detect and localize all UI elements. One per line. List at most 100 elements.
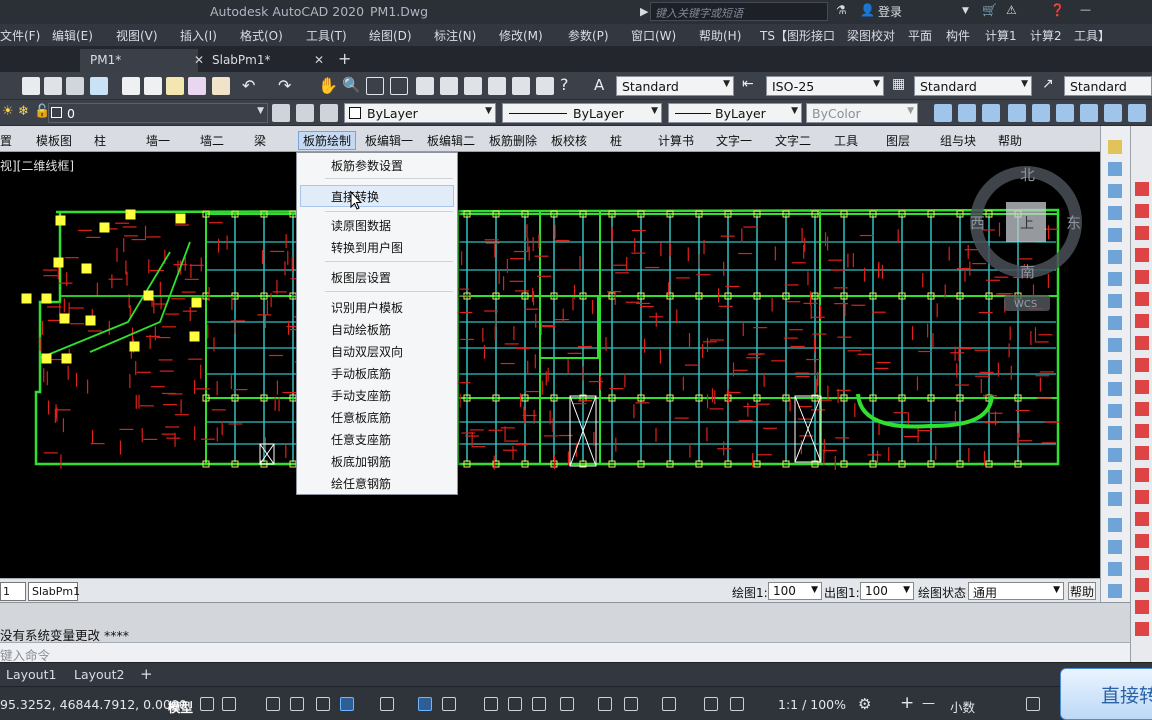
fields-icon[interactable] bbox=[1080, 104, 1098, 122]
join-icon[interactable] bbox=[1108, 404, 1122, 418]
point-icon[interactable] bbox=[1135, 402, 1149, 416]
ts-menu-text2[interactable]: 文字二 bbox=[775, 132, 811, 149]
out-scale-select[interactable]: 100 ▼ bbox=[860, 582, 914, 600]
dynamic-input-icon[interactable] bbox=[290, 697, 304, 711]
paste-icon[interactable] bbox=[166, 77, 184, 95]
menu-ts[interactable]: TS【图形接口 bbox=[760, 27, 835, 44]
block-editor-icon[interactable] bbox=[212, 77, 230, 95]
menu-modify[interactable]: 修改(M) bbox=[499, 27, 543, 44]
model-space-button[interactable]: 模型 bbox=[168, 697, 193, 716]
isolate-icon[interactable]: — bbox=[922, 696, 935, 711]
units-readout[interactable]: 小数 bbox=[950, 697, 975, 716]
menu-plane[interactable]: 平面 bbox=[908, 27, 932, 44]
stretch-icon[interactable] bbox=[1108, 316, 1122, 330]
object-snap-icon[interactable] bbox=[442, 697, 456, 711]
3d-osnap-icon[interactable] bbox=[560, 697, 574, 711]
zoom-window-icon[interactable] bbox=[366, 77, 384, 95]
undo-icon[interactable]: ↶ bbox=[242, 76, 255, 95]
menu-item-slab-params[interactable]: 板筋参数设置 bbox=[331, 157, 403, 174]
cart-icon[interactable]: 🛒 bbox=[982, 3, 997, 17]
viewcube[interactable]: 上 北 南 东 西 WCS bbox=[966, 160, 1088, 320]
menu-file[interactable]: 文件(F) bbox=[0, 27, 40, 44]
menu-tools[interactable]: 工具(T) bbox=[306, 27, 347, 44]
menu-item-identify-template[interactable]: 识别用户模板 bbox=[331, 299, 403, 316]
help-icon[interactable] bbox=[1104, 104, 1122, 122]
tab-layout2[interactable]: Layout2 bbox=[74, 667, 124, 682]
menu-item-any-bottom[interactable]: 任意板底筋 bbox=[331, 409, 391, 426]
isodraft-icon[interactable] bbox=[380, 697, 394, 711]
menu-view[interactable]: 视图(V) bbox=[116, 27, 158, 44]
drawing-canvas[interactable] bbox=[0, 152, 1100, 578]
add-selected-icon[interactable] bbox=[1135, 534, 1149, 548]
draw-state-select[interactable]: 通用 ▼ bbox=[968, 582, 1064, 600]
add-layout-icon[interactable]: + bbox=[140, 665, 153, 683]
3d-print-icon[interactable] bbox=[90, 77, 108, 95]
table-draw-icon[interactable] bbox=[1135, 490, 1149, 504]
draw-scale-select[interactable]: 100 ▼ bbox=[768, 582, 822, 600]
polygon-icon[interactable] bbox=[1135, 314, 1149, 328]
center-mark-icon[interactable] bbox=[1135, 622, 1149, 636]
selection-cycling-icon[interactable] bbox=[532, 697, 546, 711]
object-snap-tracking-icon[interactable] bbox=[418, 697, 432, 711]
grid-icon[interactable] bbox=[1032, 104, 1050, 122]
layer-previous-icon[interactable] bbox=[320, 104, 338, 122]
lineweight-select[interactable]: ByLayer ▼ bbox=[668, 103, 802, 123]
publish-icon[interactable] bbox=[66, 77, 84, 95]
compass-west[interactable]: 西 bbox=[970, 214, 985, 232]
chevron-down-icon[interactable]: ▼ bbox=[962, 6, 969, 16]
sheet-set-icon[interactable] bbox=[488, 77, 506, 95]
move-icon[interactable] bbox=[1108, 250, 1122, 264]
layer-select[interactable]: 0 ▼ bbox=[48, 103, 268, 123]
circle-icon[interactable] bbox=[1135, 204, 1149, 218]
menu-item-auto-draw[interactable]: 自动绘板筋 bbox=[331, 321, 391, 338]
ts-menu-beam[interactable]: 梁 bbox=[254, 132, 266, 149]
ts-menu-template[interactable]: 模板图 bbox=[36, 132, 72, 149]
compass-south[interactable]: 南 bbox=[1020, 263, 1035, 281]
plotstyle-select[interactable]: ByColor ▼ bbox=[806, 103, 918, 123]
help-icon[interactable]: ? bbox=[560, 75, 569, 94]
menu-window[interactable]: 窗口(W) bbox=[631, 27, 676, 44]
tab-pm1[interactable]: PM1* ✕ bbox=[80, 49, 204, 72]
lineweight-icon[interactable] bbox=[484, 697, 498, 711]
chamfer-icon[interactable] bbox=[1108, 426, 1122, 440]
menu-item-layer-settings[interactable]: 板图层设置 bbox=[331, 269, 391, 286]
auto-scale-icon[interactable] bbox=[730, 697, 744, 711]
tool-palettes-icon[interactable] bbox=[464, 77, 482, 95]
rotate-icon[interactable] bbox=[1108, 272, 1122, 286]
ts-menu-setup[interactable]: 置 bbox=[0, 132, 12, 149]
help-button[interactable]: 帮助 bbox=[1068, 582, 1096, 600]
ts-menu-slab-check[interactable]: 板校核 bbox=[551, 132, 587, 149]
menu-calc1[interactable]: 计算1 bbox=[985, 27, 1017, 44]
zoom-previous-icon[interactable] bbox=[390, 77, 408, 95]
sheet-tab-1[interactable]: 1 bbox=[0, 582, 26, 601]
text-style-select[interactable]: Standard ▼ bbox=[616, 76, 734, 96]
selection-filter-icon[interactable] bbox=[624, 697, 638, 711]
menu-item-draw-any[interactable]: 绘任意钢筋 bbox=[331, 475, 391, 492]
insert-block-icon[interactable] bbox=[1135, 380, 1149, 394]
annotation-visibility-icon[interactable] bbox=[704, 697, 718, 711]
line-icon[interactable] bbox=[1135, 270, 1149, 284]
binoculars-icon[interactable]: ⚗ bbox=[836, 3, 847, 17]
break-icon[interactable] bbox=[1108, 382, 1122, 396]
compass-north[interactable]: 北 bbox=[1020, 166, 1035, 184]
ts-menu-wall2[interactable]: 墙二 bbox=[200, 132, 224, 149]
menu-calc2[interactable]: 计算2 bbox=[1030, 27, 1062, 44]
properties-icon[interactable] bbox=[416, 77, 434, 95]
design-center-icon[interactable] bbox=[440, 77, 458, 95]
make-current-icon[interactable] bbox=[296, 104, 314, 122]
command-line[interactable]: 键入命令 bbox=[0, 642, 1130, 663]
menu-item-add-bottom[interactable]: 板底加钢筋 bbox=[331, 453, 391, 470]
menu-dimension[interactable]: 标注(N) bbox=[434, 27, 476, 44]
gear-icon[interactable]: ⚙ bbox=[858, 695, 871, 713]
workspace-icon[interactable] bbox=[934, 104, 952, 122]
ts-menu-rebar-delete[interactable]: 板筋删除 bbox=[489, 132, 537, 149]
leader-icon[interactable] bbox=[1135, 578, 1149, 592]
ts-menu-slab-edit1[interactable]: 板编辑一 bbox=[365, 132, 413, 149]
arc-icon[interactable] bbox=[1135, 226, 1149, 240]
table-style-select[interactable]: Standard ▼ bbox=[914, 76, 1032, 96]
region-icon[interactable] bbox=[1135, 468, 1149, 482]
ts-menu-group-block[interactable]: 组与块 bbox=[940, 132, 976, 149]
share-icon[interactable]: ⚠ bbox=[1006, 3, 1017, 17]
menu-item-manual-bottom[interactable]: 手动板底筋 bbox=[331, 365, 391, 382]
layer-walk-icon[interactable] bbox=[1108, 562, 1122, 576]
